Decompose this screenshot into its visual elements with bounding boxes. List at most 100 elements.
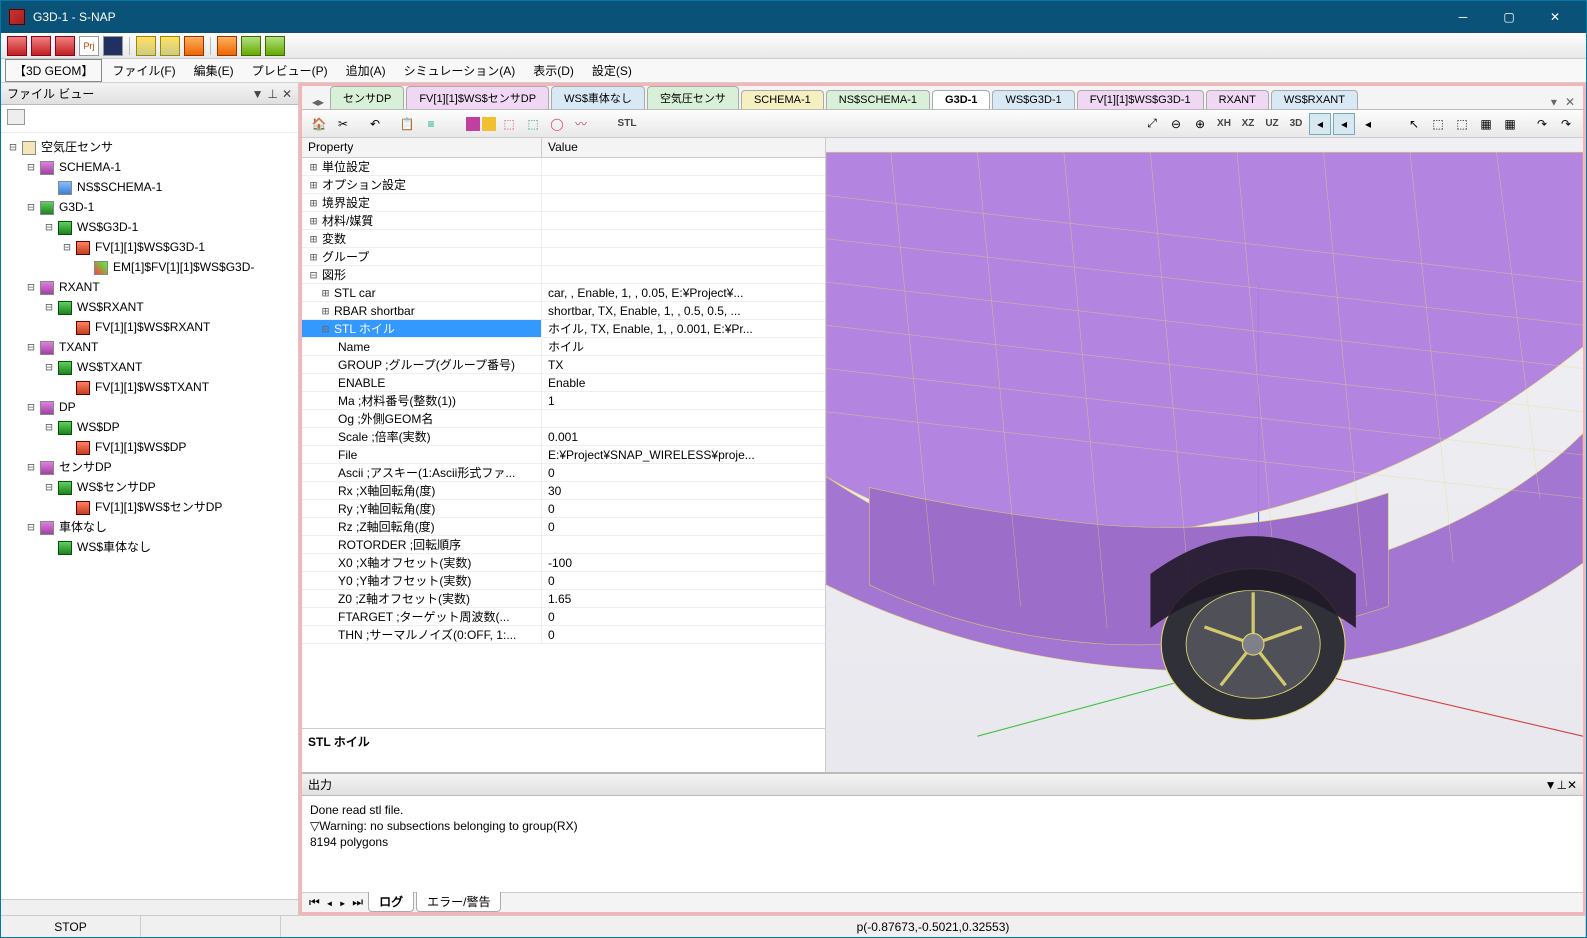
- tree-fv-rxant[interactable]: FV[1][1]$WS$RXANT: [93, 320, 212, 334]
- menu-view[interactable]: 表示(D): [525, 60, 582, 81]
- tab-close-icon[interactable]: ✕: [1561, 95, 1579, 109]
- prop-rotorder[interactable]: ROTORDER ;回転順序: [302, 536, 542, 553]
- status-stop[interactable]: STOP: [1, 916, 141, 937]
- output-tab-log[interactable]: ログ: [368, 892, 414, 912]
- tab-g3d-active[interactable]: G3D-1: [932, 90, 990, 110]
- prop-ascii[interactable]: Ascii ;アスキー(1:Ascii形式ファ...: [302, 464, 542, 481]
- tree-ws-txant[interactable]: WS$TXANT: [75, 360, 144, 374]
- prop-thn[interactable]: THN ;サーマルノイズ(0:OFF, 1:...: [302, 626, 542, 643]
- tab-kukiatsu[interactable]: 空気圧センサ: [647, 86, 739, 109]
- rotate-left-icon[interactable]: ◂: [1309, 113, 1331, 135]
- output-nav-last[interactable]: ⏭: [349, 895, 366, 910]
- output-text[interactable]: Done read stl file. ▽Warning: no subsect…: [302, 796, 1583, 892]
- toolbar-icon-7[interactable]: [217, 36, 237, 56]
- view-xz[interactable]: XZ: [1237, 113, 1259, 135]
- fileview-toolbar-icon[interactable]: [7, 109, 25, 125]
- zoom-out-icon[interactable]: ⊖: [1165, 113, 1187, 135]
- shape-icon-1[interactable]: [466, 117, 480, 131]
- redo-icon[interactable]: ↷: [1531, 113, 1553, 135]
- tree-ws-sensadp[interactable]: WS$センサDP: [75, 480, 158, 494]
- toolbar-icon-5[interactable]: [160, 36, 180, 56]
- tree-schema[interactable]: SCHEMA-1: [57, 160, 123, 174]
- toolbar-icon-3[interactable]: [55, 36, 75, 56]
- tree-txant[interactable]: TXANT: [57, 340, 100, 354]
- tree-fv-dp[interactable]: FV[1][1]$WS$DP: [93, 440, 188, 454]
- col-value[interactable]: Value: [542, 138, 825, 157]
- toolbar-icon-1[interactable]: [7, 36, 27, 56]
- prop-unit[interactable]: 単位設定: [322, 160, 370, 174]
- prop-rbar[interactable]: RBAR shortbar: [334, 304, 415, 318]
- prop-shape[interactable]: 図形: [322, 268, 346, 282]
- prop-file[interactable]: File: [302, 446, 542, 463]
- select-icon-3[interactable]: ▦: [1475, 113, 1497, 135]
- tab-sensadp[interactable]: センサDP: [330, 86, 404, 109]
- menu-settings[interactable]: 設定(S): [584, 60, 640, 81]
- tree-shatai[interactable]: 車体なし: [57, 520, 109, 534]
- pin-icon[interactable]: ⊥: [267, 87, 277, 101]
- shape-icon-3[interactable]: ⬚: [498, 113, 520, 135]
- menu-edit[interactable]: 編集(E): [186, 60, 242, 81]
- prop-y0[interactable]: Y0 ;Y軸オフセット(実数): [302, 572, 542, 589]
- view-xh[interactable]: XH: [1213, 113, 1235, 135]
- view-uz[interactable]: UZ: [1261, 113, 1283, 135]
- col-property[interactable]: Property: [302, 138, 542, 157]
- tree-em-g3d[interactable]: EM[1]$FV[1][1]$WS$G3D-: [111, 260, 256, 274]
- redo-icon-2[interactable]: ↷: [1555, 113, 1577, 135]
- tree-fv-sensadp[interactable]: FV[1][1]$WS$センサDP: [93, 500, 224, 514]
- file-tree[interactable]: ⊟空気圧センサ ⊟SCHEMA-1 NS$SCHEMA-1 ⊟G3D-1 ⊟WS…: [1, 133, 298, 899]
- output-nav-next[interactable]: ▸: [336, 896, 349, 910]
- toolbar-icon-9[interactable]: [265, 36, 285, 56]
- rotate-icon-3[interactable]: ◂: [1357, 113, 1379, 135]
- tab-dropdown-icon[interactable]: ▾: [1547, 95, 1561, 109]
- maximize-button[interactable]: ▢: [1486, 1, 1532, 33]
- zoom-in-icon[interactable]: ⊕: [1189, 113, 1211, 135]
- tree-ws-shatai[interactable]: WS$車体なし: [75, 540, 153, 554]
- prop-option[interactable]: オプション設定: [322, 178, 406, 192]
- tab-fv-g3d[interactable]: FV[1][1]$WS$G3D-1: [1077, 90, 1204, 109]
- prop-rx[interactable]: Rx ;X軸回転角(度): [302, 482, 542, 499]
- save-icon[interactable]: [103, 36, 123, 56]
- prop-ma[interactable]: Ma ;材料番号(整数(1)): [302, 392, 542, 409]
- toolbar-icon-6[interactable]: [184, 36, 204, 56]
- select-icon-2[interactable]: ⬚: [1451, 113, 1473, 135]
- prop-enable[interactable]: ENABLE: [302, 374, 542, 391]
- tree-g3d[interactable]: G3D-1: [57, 200, 96, 214]
- shape-icon-2[interactable]: [482, 117, 496, 131]
- 3d-viewport[interactable]: [826, 138, 1583, 772]
- zoom-fit-icon[interactable]: ⤢: [1141, 113, 1163, 135]
- select-icon-4[interactable]: ▦: [1499, 113, 1521, 135]
- tab-ns-schema[interactable]: NS$SCHEMA-1: [826, 90, 930, 109]
- tree-dp[interactable]: DP: [57, 400, 78, 414]
- stl-icon[interactable]: STL: [616, 113, 638, 135]
- tab-fv-sensadp[interactable]: FV[1][1]$WS$センサDP: [406, 86, 549, 109]
- circle-icon[interactable]: ◯: [546, 113, 568, 135]
- output-nav-first[interactable]: ⏮: [306, 895, 323, 910]
- output-tab-error[interactable]: エラー/警告: [416, 892, 501, 912]
- menu-preview[interactable]: プレビュー(P): [244, 60, 336, 81]
- prop-vars[interactable]: 変数: [322, 232, 346, 246]
- tab-rxant[interactable]: RXANT: [1206, 90, 1269, 109]
- toolbar-icon-4[interactable]: [136, 36, 156, 56]
- prop-stl-wheel-selected[interactable]: STL ホイル: [334, 322, 395, 336]
- minimize-button[interactable]: ─: [1440, 1, 1486, 33]
- prop-name[interactable]: Name: [302, 338, 542, 355]
- paste-icon[interactable]: 📋: [396, 113, 418, 135]
- prop-rz[interactable]: Rz ;Z軸回転角(度): [302, 518, 542, 535]
- output-close-icon[interactable]: ✕: [1567, 778, 1577, 792]
- toolbar-icon-8[interactable]: [241, 36, 261, 56]
- output-nav-prev[interactable]: ◂: [323, 896, 336, 910]
- property-grid[interactable]: ⊞単位設定 ⊞オプション設定 ⊞境界設定 ⊞材料/媒質 ⊞変数 ⊞グループ ⊟図…: [302, 158, 825, 728]
- output-pin-icon[interactable]: ⊥: [1556, 778, 1566, 792]
- tree-ws-dp[interactable]: WS$DP: [75, 420, 122, 434]
- list-icon[interactable]: ≡: [420, 113, 442, 135]
- prop-group[interactable]: グループ: [322, 250, 369, 264]
- prop-stl-car[interactable]: STL car: [334, 286, 376, 300]
- prop-ry[interactable]: Ry ;Y軸回転角(度): [302, 500, 542, 517]
- wave-icon[interactable]: 〰: [570, 113, 592, 135]
- tool-icon[interactable]: ✂: [332, 113, 354, 135]
- tree-fv-txant[interactable]: FV[1][1]$WS$TXANT: [93, 380, 211, 394]
- tree-sensadp[interactable]: センサDP: [57, 460, 114, 474]
- tree-rxant[interactable]: RXANT: [57, 280, 102, 294]
- tree-ws-rxant[interactable]: WS$RXANT: [75, 300, 146, 314]
- dropdown-icon[interactable]: ▼: [252, 87, 264, 101]
